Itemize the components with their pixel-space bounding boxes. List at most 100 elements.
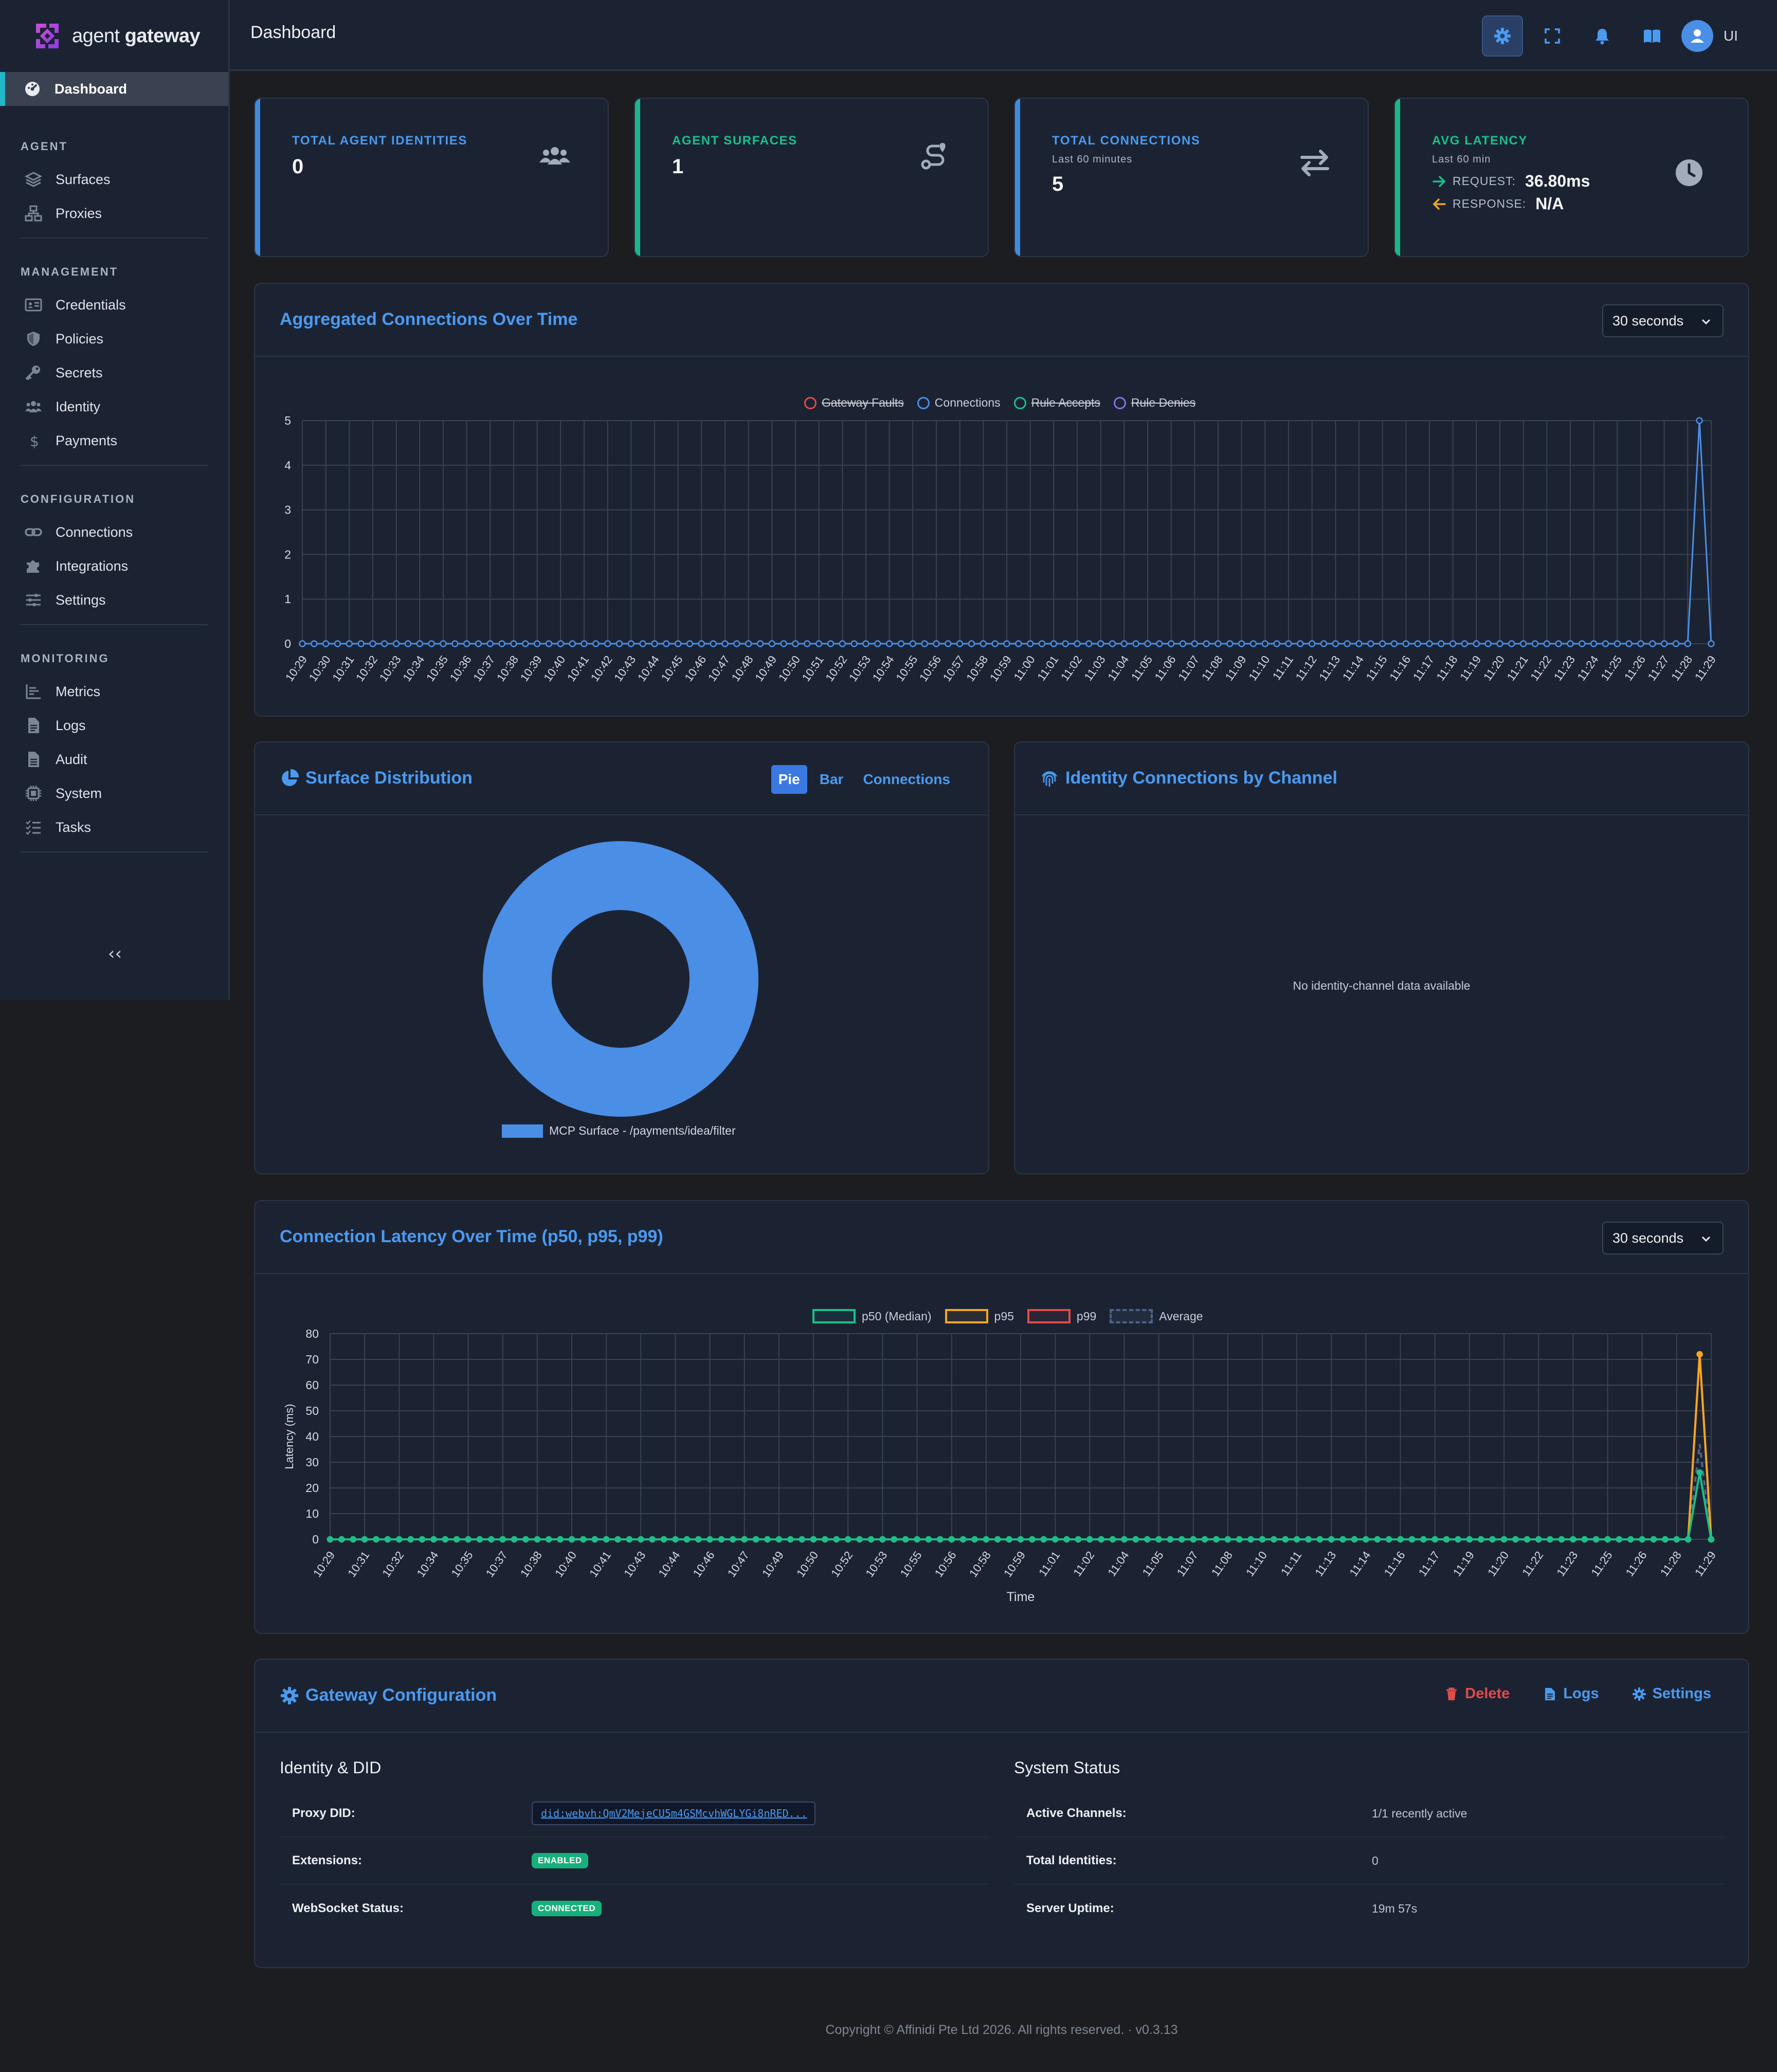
panel-header: Gateway Configuration Delete Logs Settin… <box>255 1660 1748 1733</box>
websocket-label: WebSocket Status: <box>292 1901 404 1915</box>
stat-label: TOTAL CONNECTIONS <box>1052 134 1201 148</box>
file-icon <box>28 718 39 733</box>
data-point <box>1006 1536 1012 1543</box>
x-tick-label: 10:44 <box>635 653 662 684</box>
data-point <box>1355 640 1363 647</box>
notifications-button[interactable] <box>1582 15 1623 57</box>
data-point <box>1408 1536 1416 1543</box>
proxy-did-value[interactable]: did:webvh:QmV2MejeCU5m4GSMcvhWGLYGi8nRED… <box>532 1802 815 1825</box>
sidebar-item-surfaces[interactable]: Surfaces <box>0 162 228 196</box>
footer-copyright: Copyright © Affinidi Pte Ltd 2026. All r… <box>825 2023 1178 2037</box>
data-point <box>980 640 987 647</box>
arrow-right-icon <box>1433 175 1446 187</box>
logs-button[interactable]: Logs <box>1543 1685 1599 1702</box>
gear-icon <box>281 1686 298 1704</box>
sidebar-item-label: Logs <box>56 717 86 733</box>
sidebar-item-dashboard[interactable]: Dashboard <box>0 72 228 106</box>
sidebar-item-system[interactable]: System <box>0 776 228 810</box>
active-channels-value: 1/1 recently active <box>1372 1806 1467 1820</box>
fullscreen-button[interactable] <box>1532 15 1573 57</box>
data-point <box>1026 640 1034 647</box>
pie-legend: MCP Surface - /payments/idea/filter <box>502 1124 736 1138</box>
collapse-sidebar-button[interactable]: ‹‹ <box>0 943 230 964</box>
data-point <box>350 1536 357 1543</box>
data-point <box>1374 1536 1381 1543</box>
sidebar-item-policies[interactable]: Policies <box>0 322 228 356</box>
data-point <box>804 640 811 647</box>
data-point <box>1473 640 1480 647</box>
stat-value: 5 <box>1052 173 1064 195</box>
data-point <box>850 640 858 647</box>
data-point <box>1508 640 1515 647</box>
sidebar-item-settings[interactable]: Settings <box>0 583 228 617</box>
x-tick-label: 11:10 <box>1246 653 1272 683</box>
x-tick-label: 10:32 <box>353 653 380 684</box>
proxy-did-row: Proxy DID: did:webvh:QmV2MejeCU5m4GSMcvh… <box>280 1790 989 1838</box>
delete-button[interactable]: Delete <box>1444 1685 1510 1702</box>
brand[interactable]: agent gateway <box>0 0 228 72</box>
data-point <box>1708 1536 1715 1543</box>
data-point <box>1535 1536 1542 1543</box>
data-point <box>1604 1536 1611 1543</box>
data-point <box>1397 1536 1404 1543</box>
y-tick-label: 40 <box>305 1430 319 1443</box>
sidebar-item-proxies[interactable]: Proxies <box>0 196 228 230</box>
x-tick-label: 11:19 <box>1457 653 1483 683</box>
data-point <box>557 1536 564 1543</box>
total-identities-value: 0 <box>1372 1853 1379 1867</box>
users-icon <box>539 147 570 165</box>
sidebar-item-audit[interactable]: Audit <box>0 742 228 776</box>
surface-distribution-chart <box>483 841 758 1117</box>
theme-settings-button[interactable] <box>1482 15 1523 57</box>
data-point <box>522 1536 529 1543</box>
sidebar-item-logs[interactable]: Logs <box>0 708 228 742</box>
x-tick-label: 10:47 <box>725 1549 752 1579</box>
data-point <box>902 1536 909 1543</box>
x-tick-label: 11:15 <box>1364 653 1390 683</box>
user-menu[interactable]: UI <box>1681 15 1738 57</box>
data-point <box>476 1536 483 1543</box>
sidebar-item-metrics[interactable]: Metrics <box>0 675 228 708</box>
identity-channel-panel: Identity Connections by Channel No ident… <box>1014 741 1749 1174</box>
data-point <box>968 640 975 647</box>
data-point <box>1567 640 1574 647</box>
data-point <box>627 640 635 647</box>
data-point <box>1627 1536 1634 1543</box>
data-point <box>733 640 740 647</box>
x-tick-label: 11:29 <box>1692 1549 1718 1579</box>
sidebar-item-identity[interactable]: Identity <box>0 390 228 424</box>
x-tick-label: 11:24 <box>1575 653 1601 683</box>
data-point <box>1414 640 1421 647</box>
data-point <box>1581 1536 1588 1543</box>
x-tick-label: 10:43 <box>611 653 638 684</box>
sidebar-item-tasks[interactable]: Tasks <box>0 810 228 844</box>
sidebar-item-connections[interactable]: Connections <box>0 515 228 549</box>
x-tick-label: 10:37 <box>483 1549 510 1579</box>
data-point <box>1543 640 1551 647</box>
data-point <box>1684 1536 1692 1543</box>
x-tick-label: 11:18 <box>1434 653 1460 683</box>
x-tick-label: 11:05 <box>1140 1549 1166 1579</box>
sidebar-item-secrets[interactable]: Secrets <box>0 356 228 390</box>
settings-button[interactable]: Settings <box>1632 1685 1711 1702</box>
sidebar-item-label: Proxies <box>56 205 102 221</box>
data-point <box>1379 640 1386 647</box>
data-point <box>1625 640 1633 647</box>
data-point <box>384 1536 391 1543</box>
x-tick-label: 11:17 <box>1416 1549 1442 1579</box>
sidebar-item-integrations[interactable]: Integrations <box>0 549 228 583</box>
data-point <box>1144 1536 1151 1543</box>
x-tick-label: 10:31 <box>330 653 356 684</box>
y-tick-label: 80 <box>305 1327 319 1340</box>
x-tick-label: 10:35 <box>449 1549 476 1579</box>
server-uptime-row: Server Uptime: 19m 57s <box>1014 1885 1726 1932</box>
latency-response-label: RESPONSE: <box>1453 197 1527 210</box>
data-point <box>1120 640 1128 647</box>
data-point <box>1238 640 1245 647</box>
docs-button[interactable] <box>1631 15 1673 57</box>
data-point <box>1684 640 1692 647</box>
sidebar-item-credentials[interactable]: Credentials <box>0 288 228 322</box>
sidebar-item-payments[interactable]: $ Payments <box>0 424 228 458</box>
data-point <box>1285 640 1292 647</box>
route-icon <box>921 143 946 170</box>
